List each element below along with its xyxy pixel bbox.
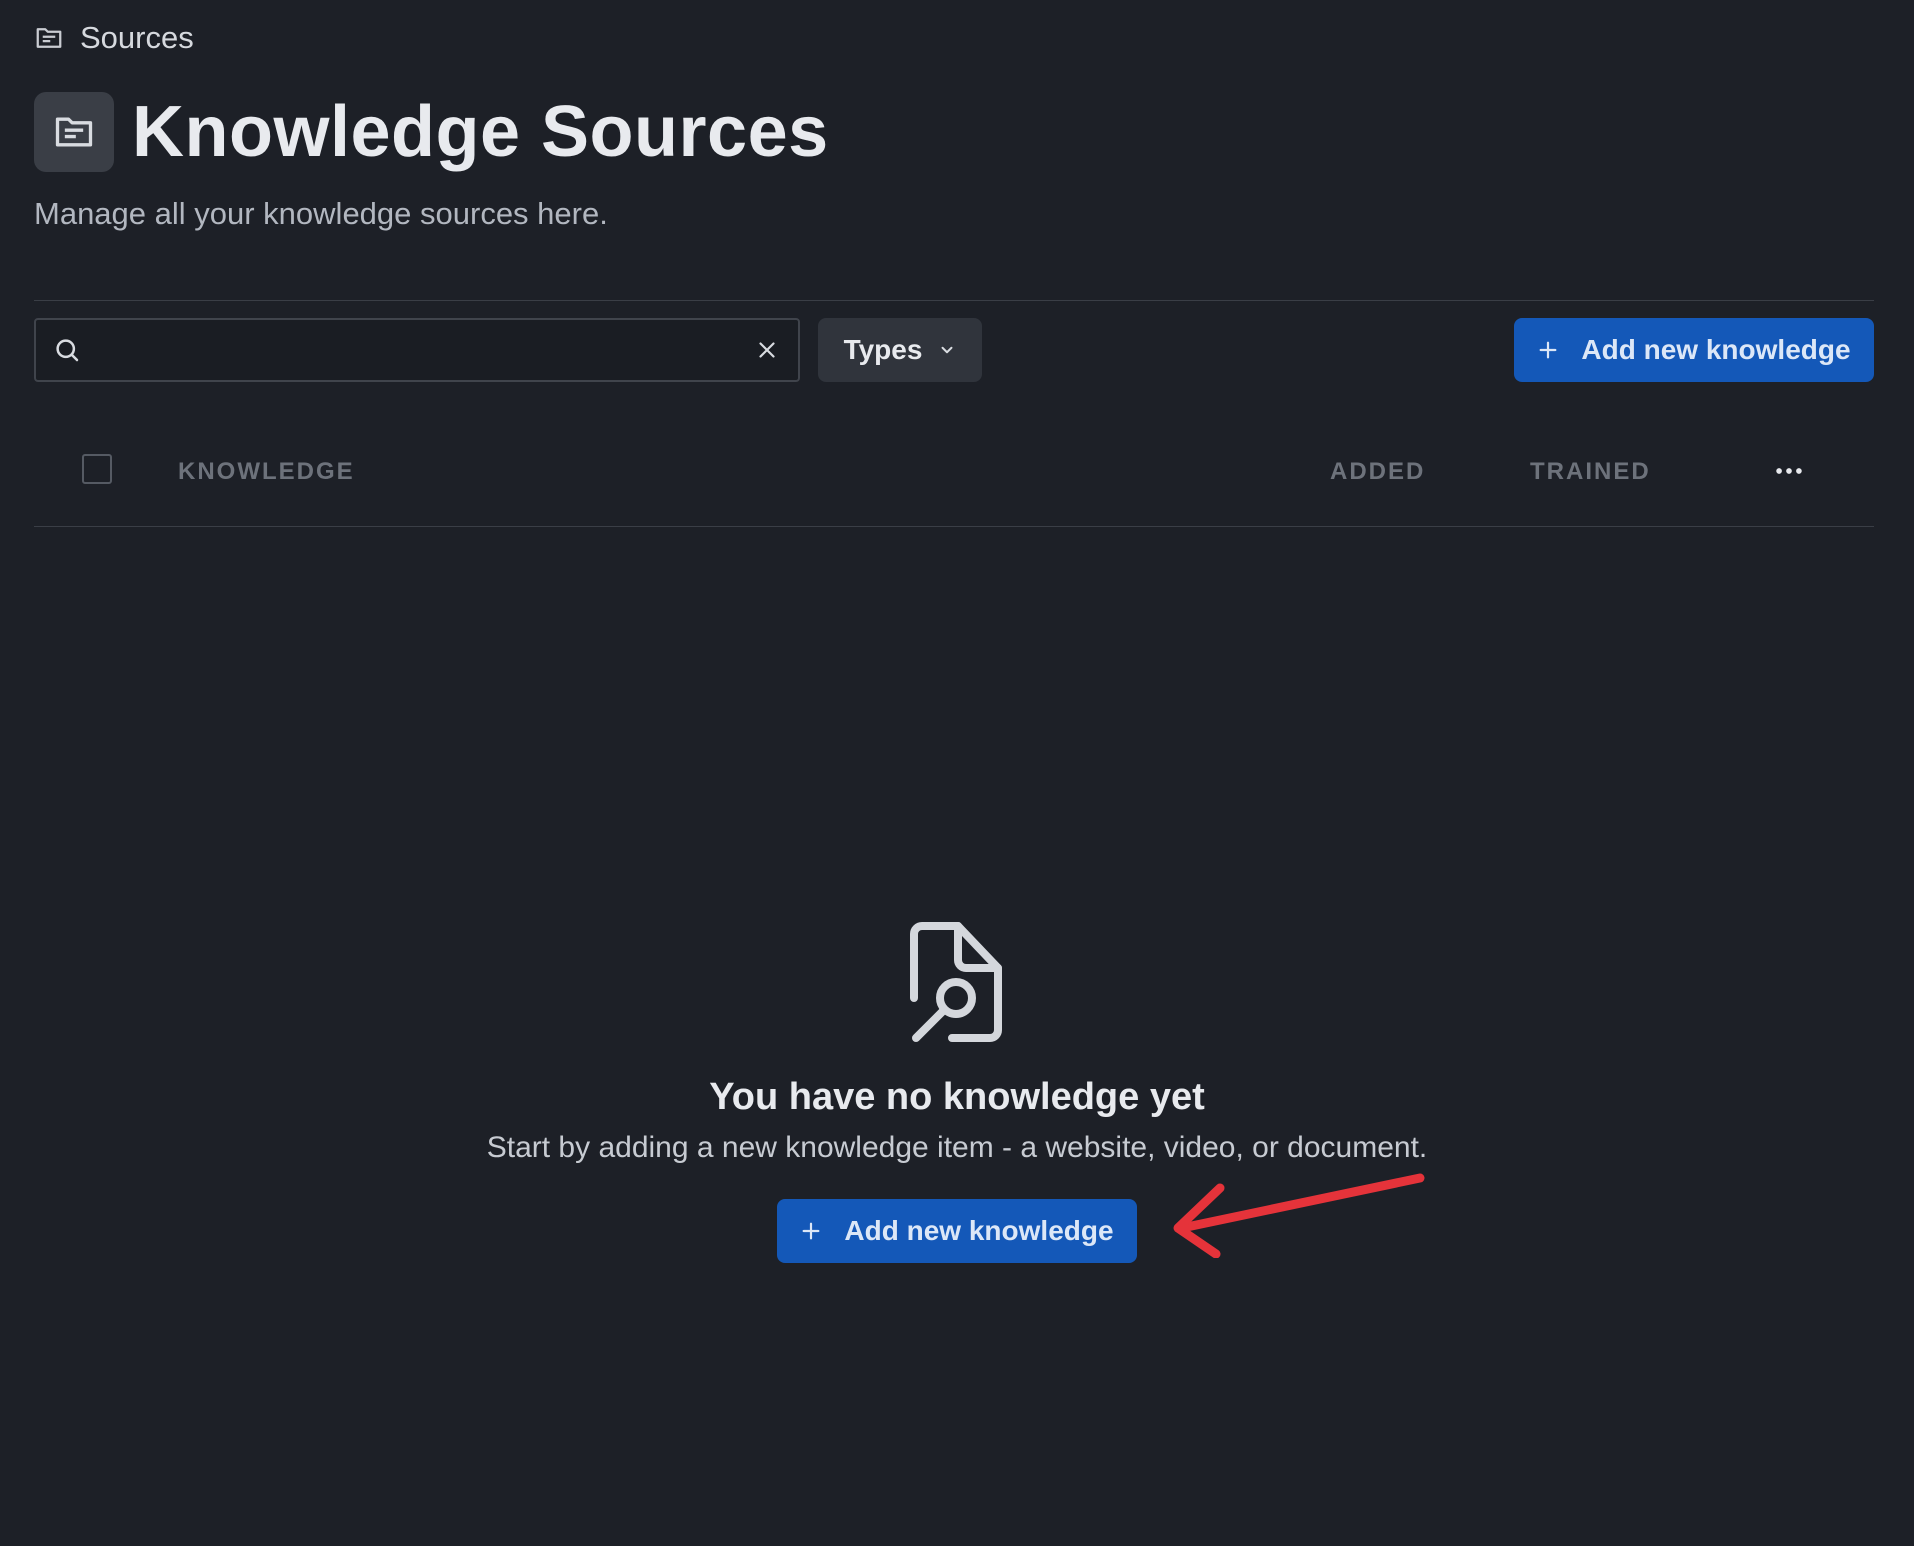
add-new-knowledge-button[interactable]: Add new knowledge (1514, 318, 1874, 382)
column-header-added[interactable]: ADDED (1330, 458, 1425, 486)
search-box (34, 318, 800, 382)
header-divider (34, 300, 1874, 301)
plus-icon (800, 1220, 822, 1242)
breadcrumb: Sources (34, 18, 194, 58)
empty-state-add-knowledge-label: Add new knowledge (844, 1215, 1114, 1246)
search-input[interactable] (82, 320, 754, 380)
table-header: KNOWLEDGE ADDED TRAINED (34, 430, 1874, 510)
folder-icon (52, 110, 96, 154)
empty-state-add-knowledge-button[interactable]: Add new knowledge (777, 1199, 1137, 1263)
add-new-knowledge-label: Add new knowledge (1581, 334, 1851, 365)
breadcrumb-sources[interactable]: Sources (80, 20, 194, 56)
empty-state-title: You have no knowledge yet (709, 1076, 1205, 1118)
header-icon-container (34, 92, 114, 172)
folder-icon (34, 23, 64, 53)
plus-icon (1537, 339, 1559, 361)
ellipsis-icon[interactable] (1772, 454, 1806, 488)
knowledge-sources-page: Sources Knowledge Sources Manage all you… (0, 0, 1914, 1546)
select-all-checkbox[interactable] (82, 454, 112, 484)
empty-state: You have no knowledge yet Start by addin… (0, 920, 1914, 1263)
page-subtitle: Manage all your knowledge sources here. (34, 196, 608, 231)
column-header-knowledge[interactable]: KNOWLEDGE (178, 458, 355, 486)
table-divider (34, 526, 1874, 527)
column-header-trained[interactable]: TRAINED (1530, 458, 1651, 486)
close-icon[interactable] (754, 337, 798, 363)
types-filter-button[interactable]: Types (818, 318, 982, 382)
empty-state-description: Start by adding a new knowledge item - a… (486, 1131, 1428, 1164)
file-search-icon (902, 920, 1012, 1046)
types-filter-label: Types (843, 334, 923, 365)
chevron-down-icon (938, 341, 956, 359)
page-header: Knowledge Sources (34, 92, 829, 172)
arrow-annotation (1170, 1168, 1430, 1258)
page-title: Knowledge Sources (132, 92, 829, 172)
search-icon (36, 335, 82, 365)
